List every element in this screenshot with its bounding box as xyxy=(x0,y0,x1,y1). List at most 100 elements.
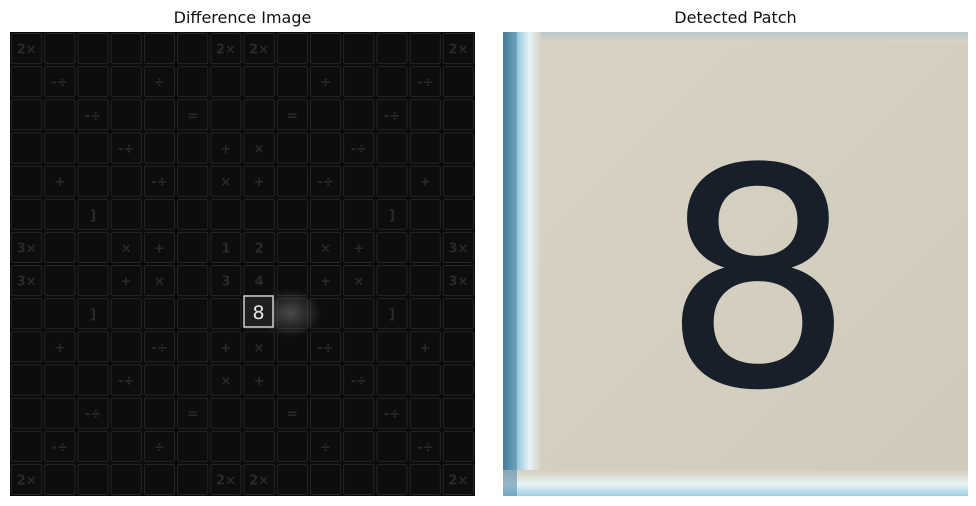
board-tile-glyph: + xyxy=(353,241,364,256)
board-tile-glyph: -÷ xyxy=(85,407,101,422)
board-cell xyxy=(442,99,475,131)
board-tile-glyph: × xyxy=(154,275,165,290)
board-cell xyxy=(376,265,408,297)
board-tile-glyph: + xyxy=(220,142,231,157)
board-tile-glyph: ] xyxy=(389,308,395,323)
board-cell xyxy=(276,198,308,230)
board-cell xyxy=(110,165,142,197)
board-tile-glyph: -÷ xyxy=(351,142,367,157)
board-cell xyxy=(143,33,176,65)
board-cell xyxy=(177,364,209,396)
board-tile-glyph: 2× xyxy=(17,473,37,488)
board-cell xyxy=(177,231,209,263)
board-tile-glyph: 3× xyxy=(448,241,468,256)
board-tile-glyph: ÷ xyxy=(320,76,331,91)
board-cell xyxy=(276,132,308,164)
board-cell xyxy=(442,66,475,98)
board-tile-glyph: 2× xyxy=(17,43,37,58)
board-cell xyxy=(77,231,109,263)
board-cell xyxy=(143,132,176,164)
board-tile-glyph: + xyxy=(420,341,431,356)
board-cell xyxy=(177,66,209,98)
board-tile-glyph: 2× xyxy=(448,43,468,58)
board-cell xyxy=(276,165,308,197)
board-cell xyxy=(343,198,375,230)
board-cell xyxy=(309,397,342,429)
board-cell xyxy=(343,99,375,131)
board-tile-glyph: = xyxy=(187,109,198,124)
detected-patch-title: Detected Patch xyxy=(674,8,797,27)
board-cell xyxy=(376,231,408,263)
board-cell xyxy=(11,99,43,131)
board-cell xyxy=(376,66,408,98)
board-cell xyxy=(11,331,43,363)
board-cell xyxy=(44,132,76,164)
board-tile-glyph: + xyxy=(154,241,165,256)
board-cell xyxy=(44,33,76,65)
board-tile-glyph: 2× xyxy=(249,473,269,488)
board-cell xyxy=(343,397,375,429)
board-cell xyxy=(44,265,76,297)
board-cell xyxy=(409,463,441,495)
board-cell xyxy=(409,198,441,230)
board-cell xyxy=(409,33,441,65)
board-tile-glyph: 3 xyxy=(221,275,230,290)
board-cell xyxy=(77,132,109,164)
board-cell xyxy=(343,331,375,363)
board-tile-glyph: × xyxy=(254,341,265,356)
board-cell xyxy=(409,99,441,131)
board-cell xyxy=(177,265,209,297)
board-cell xyxy=(409,397,441,429)
board-tile-glyph: + xyxy=(320,275,331,290)
board-tile-glyph: 1 xyxy=(221,241,230,256)
board-cell xyxy=(309,364,342,396)
board-cell xyxy=(177,165,209,197)
board-cell xyxy=(243,66,275,98)
board-cell xyxy=(276,231,308,263)
board-cell xyxy=(110,463,142,495)
board-tile-glyph: 4 xyxy=(255,275,264,290)
board-cell xyxy=(143,198,176,230)
board-tile-glyph: -÷ xyxy=(85,109,101,124)
board-cell xyxy=(309,33,342,65)
board-cell xyxy=(243,198,275,230)
board-cell xyxy=(177,33,209,65)
board-cell xyxy=(77,430,109,462)
board-cell xyxy=(143,364,176,396)
board-cell xyxy=(442,430,475,462)
board-cell xyxy=(376,132,408,164)
board-cell xyxy=(143,99,176,131)
board-tile-glyph: ] xyxy=(90,208,96,223)
board-tile-glyph: 3× xyxy=(448,275,468,290)
board-tile-glyph: + xyxy=(254,175,265,190)
board-tile-glyph: ] xyxy=(90,308,96,323)
board-tile-glyph: -÷ xyxy=(151,341,167,356)
board-cell xyxy=(343,66,375,98)
board-cell xyxy=(11,364,43,396)
board-cell xyxy=(409,132,441,164)
board-cell xyxy=(409,231,441,263)
board-tile-glyph: -÷ xyxy=(151,175,167,190)
board-cell xyxy=(177,331,209,363)
difference-image-panel: 2× 2× 2× 2× -÷ ÷ ÷ -÷ -÷ = = -÷ -÷ + × -÷ + -÷ × + -÷ +]] 3× × +… xyxy=(10,32,475,496)
board-cell xyxy=(143,463,176,495)
board-cell xyxy=(44,231,76,263)
board-cell xyxy=(110,33,142,65)
board-cell xyxy=(77,364,109,396)
board-cell xyxy=(177,298,209,330)
board-tile-glyph: -÷ xyxy=(118,374,134,389)
board-cell xyxy=(44,198,76,230)
board-cell xyxy=(276,463,308,495)
board-cell xyxy=(409,298,441,330)
board-tile-glyph: -÷ xyxy=(417,76,433,91)
board-cell xyxy=(243,397,275,429)
board-cell xyxy=(11,165,43,197)
board-cell xyxy=(409,265,441,297)
board-cell xyxy=(77,66,109,98)
board-cell xyxy=(77,165,109,197)
board-cell xyxy=(442,364,475,396)
board-cell xyxy=(44,364,76,396)
board-cell xyxy=(110,397,142,429)
board-cell xyxy=(210,397,242,429)
board-cell xyxy=(77,463,109,495)
